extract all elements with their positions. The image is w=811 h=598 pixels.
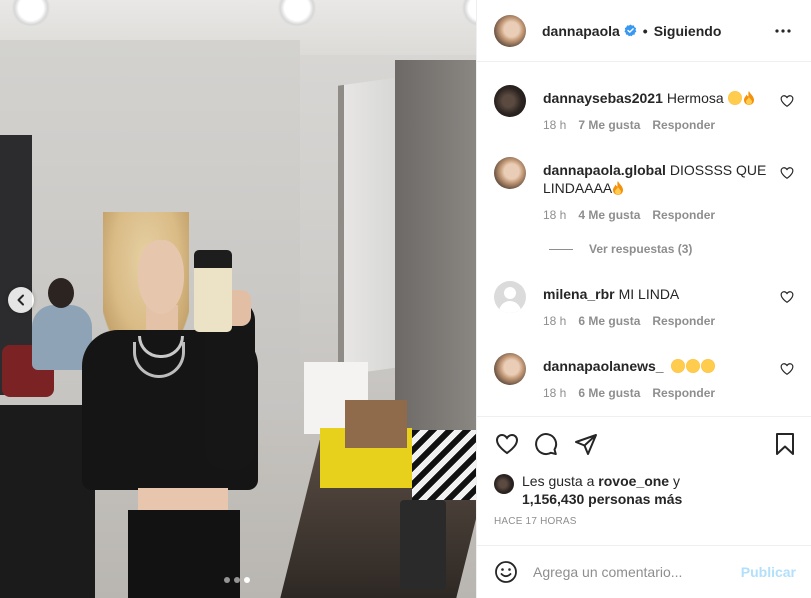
reply-button[interactable]: Responder <box>652 314 715 328</box>
photo-pants <box>128 510 240 598</box>
comment-time[interactable]: 18 h <box>543 208 566 222</box>
commenter-avatar[interactable] <box>494 281 526 313</box>
photo-face <box>138 240 184 314</box>
comment-username[interactable]: milena_rbr <box>543 286 615 302</box>
paper-plane-icon <box>575 434 597 455</box>
comment-time[interactable]: 18 h <box>543 314 566 328</box>
comment-meta: 18 h 7 Me gusta Responder <box>543 118 715 132</box>
heart-eyes-emoji-icon <box>671 359 686 373</box>
photo-chair <box>0 405 95 598</box>
heart-eyes-emoji-icon <box>727 91 742 105</box>
comment-text: dannapaolanews_ <box>543 357 773 375</box>
comment-text: milena_rbr MI LINDA <box>543 285 773 303</box>
post-sidebar: dannapaola • Siguiendo dannaysebas2021 He… <box>476 0 811 598</box>
comment-like-heart-icon[interactable] <box>780 94 794 108</box>
carousel-dots <box>224 577 250 583</box>
comment-body: Hermosa <box>666 90 724 106</box>
commenter-avatar[interactable] <box>494 85 526 117</box>
comment-like-heart-icon[interactable] <box>780 166 794 180</box>
view-replies-line <box>549 248 573 250</box>
fire-emoji-icon <box>613 181 624 195</box>
photo-brown-box <box>345 400 407 448</box>
bookmark-icon <box>776 433 794 455</box>
comment-username[interactable]: dannaysebas2021 <box>543 90 663 106</box>
comments-list: dannaysebas2021 Hermosa 18 h 7 Me gusta R… <box>477 63 811 417</box>
likes-conjunction: y <box>672 473 680 489</box>
comment-meta: 18 h 6 Me gusta Responder <box>543 314 715 328</box>
fire-emoji-icon <box>743 91 754 105</box>
comment-like-heart-icon[interactable] <box>780 290 794 304</box>
comment-likes[interactable]: 6 Me gusta <box>578 314 640 328</box>
verified-badge-icon <box>624 24 637 37</box>
comment-like-heart-icon[interactable] <box>780 362 794 376</box>
reply-button[interactable]: Responder <box>652 386 715 400</box>
comment-likes[interactable]: 6 Me gusta <box>578 386 640 400</box>
share-button[interactable] <box>572 430 600 458</box>
like-button[interactable] <box>493 430 521 458</box>
reply-button[interactable]: Responder <box>652 118 715 132</box>
following-button[interactable]: Siguiendo <box>654 23 722 39</box>
photo-background-person-head <box>48 278 74 308</box>
author-avatar[interactable] <box>494 14 526 47</box>
comment-meta: 18 h 4 Me gusta Responder <box>543 208 715 222</box>
comment-time[interactable]: 18 h <box>543 118 566 132</box>
heart-eyes-emoji-icon <box>686 359 701 373</box>
heart-icon <box>495 433 519 455</box>
likes-count[interactable]: 1,156,430 personas más <box>522 491 682 507</box>
comment-text: dannapaola.global DIOSSSS QUE LINDAAAA <box>543 161 773 197</box>
comment-time[interactable]: 18 h <box>543 386 566 400</box>
more-horizontal-icon <box>775 29 791 33</box>
comment-input[interactable] <box>533 564 733 580</box>
post-actions <box>477 418 811 470</box>
liker-avatar[interactable] <box>494 474 514 494</box>
photo-brush-cup <box>400 500 446 590</box>
commenter-avatar[interactable] <box>494 353 526 385</box>
smiley-icon <box>495 561 517 583</box>
author-username[interactable]: dannapaola <box>542 23 620 39</box>
photo-phone <box>194 250 232 332</box>
comment-likes[interactable]: 4 Me gusta <box>578 208 640 222</box>
post-timestamp[interactable]: HACE 17 HORAS <box>494 516 577 527</box>
photo-striped-bag <box>412 430 476 500</box>
emoji-picker-button[interactable] <box>493 559 519 585</box>
photo-mirror-frame <box>395 60 476 460</box>
liker-username[interactable]: rovoe_one <box>598 473 669 489</box>
heart-eyes-emoji-icon <box>701 359 716 373</box>
chevron-left-icon <box>17 294 24 306</box>
carousel-dot[interactable] <box>224 577 230 583</box>
carousel-prev-button[interactable] <box>8 287 34 313</box>
commenter-avatar[interactable] <box>494 157 526 189</box>
publish-button[interactable]: Publicar <box>741 564 796 580</box>
post-header: dannapaola • Siguiendo <box>477 0 811 62</box>
save-button[interactable] <box>771 430 799 458</box>
comment-username[interactable]: dannapaolanews_ <box>543 358 664 374</box>
post-photo[interactable] <box>0 0 476 598</box>
comment-username[interactable]: dannapaola.global <box>543 162 666 178</box>
comment-meta: 18 h 6 Me gusta Responder <box>543 386 715 400</box>
comment-bubble-icon <box>535 433 558 456</box>
comment-body: MI LINDA <box>618 286 680 302</box>
comment-text: dannaysebas2021 Hermosa <box>543 89 773 107</box>
carousel-dot[interactable] <box>234 577 240 583</box>
comment-likes[interactable]: 7 Me gusta <box>578 118 640 132</box>
likes-prefix: Les gusta a <box>522 473 595 489</box>
comment-button[interactable] <box>532 430 560 458</box>
carousel-dot-active[interactable] <box>244 577 250 583</box>
comment-composer: Publicar <box>477 545 811 598</box>
more-options-button[interactable] <box>772 20 794 42</box>
reply-button[interactable]: Responder <box>652 208 715 222</box>
view-replies-button[interactable]: Ver respuestas (3) <box>549 242 692 256</box>
header-separator: • <box>642 22 648 39</box>
view-replies-label: Ver respuestas (3) <box>589 242 693 256</box>
